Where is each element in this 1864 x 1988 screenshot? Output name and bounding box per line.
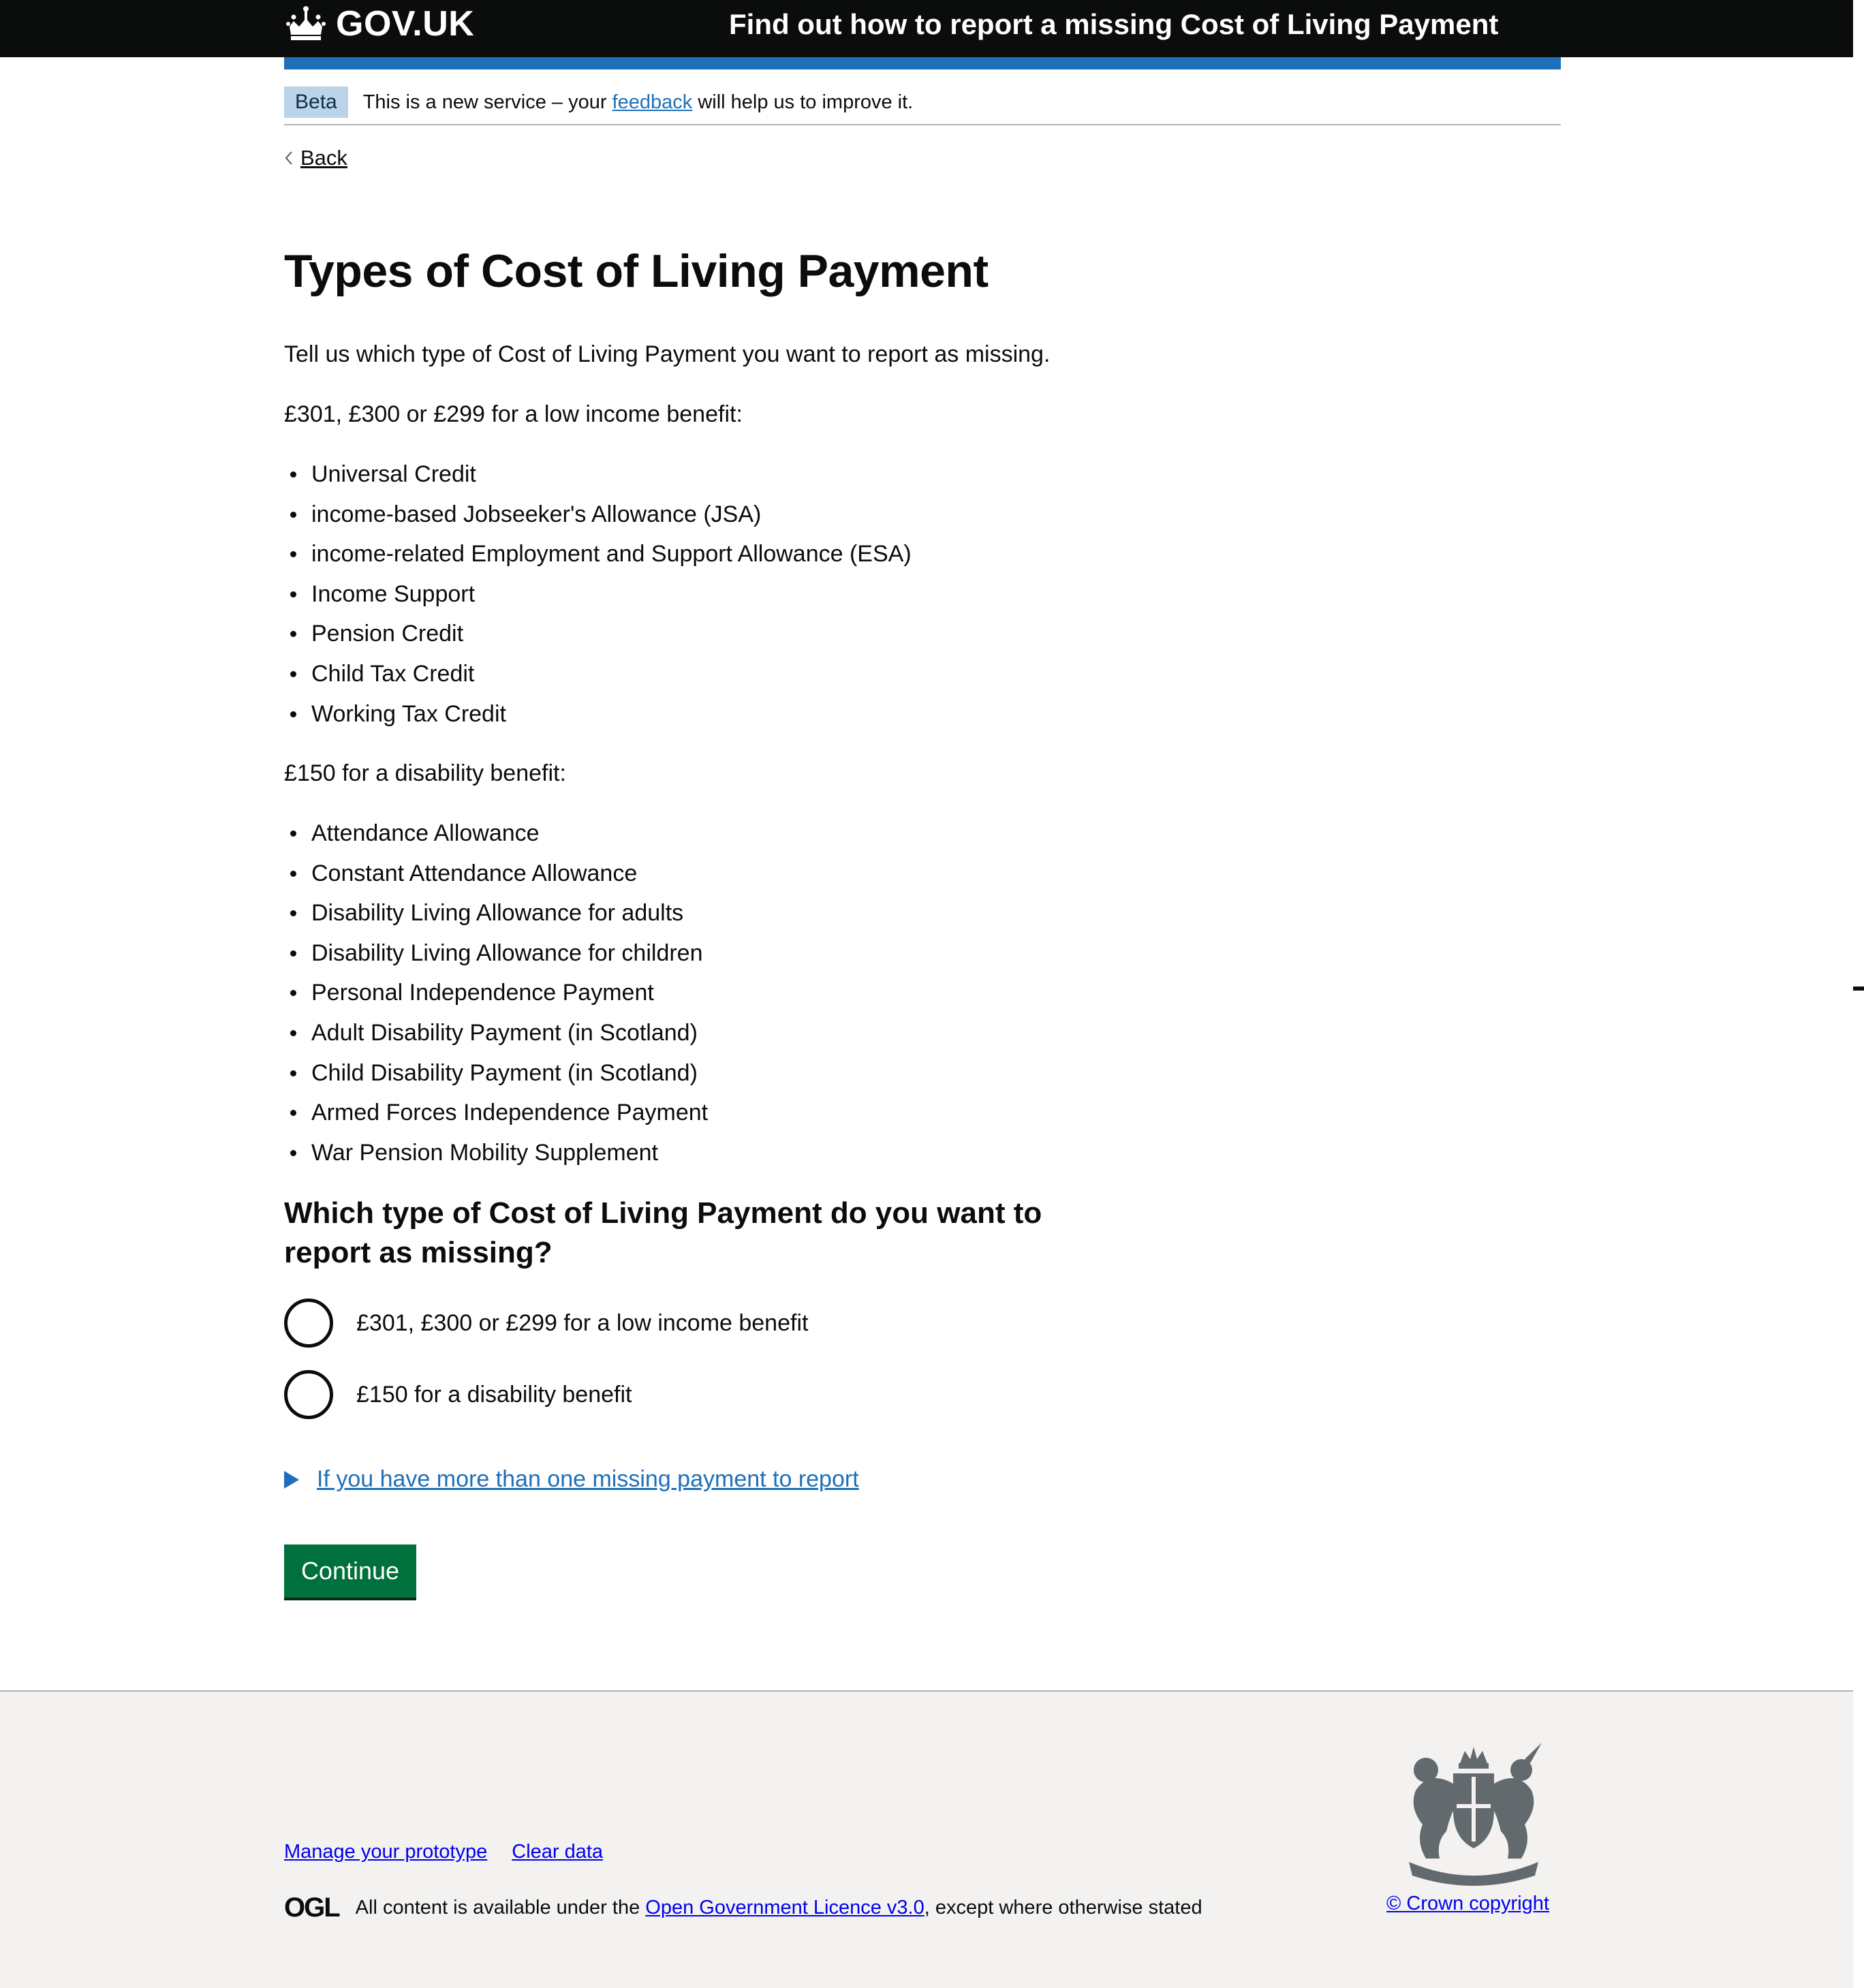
- radio-button-disability[interactable]: [284, 1370, 333, 1419]
- radio-question-legend: Which type of Cost of Living Payment do …: [284, 1196, 1042, 1269]
- low-income-benefit-list: Universal Credit income-based Jobseeker'…: [284, 454, 912, 734]
- site-header: GOV.UK Find out how to report a missing …: [0, 0, 1853, 57]
- clear-data-link[interactable]: Clear data: [512, 1841, 603, 1863]
- list-item: Personal Independence Payment: [284, 973, 708, 1013]
- chevron-left-icon: [285, 151, 292, 165]
- disability-benefit-list: Attendance Allowance Constant Attendance…: [284, 813, 708, 1172]
- list-item: Working Tax Credit: [284, 694, 912, 734]
- feedback-link[interactable]: feedback: [612, 91, 693, 113]
- list-item: Adult Disability Payment (in Scotland): [284, 1013, 708, 1053]
- service-name-link[interactable]: Find out how to report a missing Cost of…: [729, 4, 1498, 45]
- back-link[interactable]: Back: [300, 146, 347, 170]
- triangle-right-icon: [284, 1470, 299, 1489]
- radio-option-disability[interactable]: £150 for a disability benefit: [284, 1370, 632, 1419]
- royal-coat-of-arms-icon: [1409, 1743, 1542, 1886]
- manage-prototype-link[interactable]: Manage your prototype: [284, 1841, 487, 1863]
- radio-label-low-income[interactable]: £301, £300 or £299 for a low income bene…: [356, 1310, 808, 1337]
- list-item: Armed Forces Independence Payment: [284, 1093, 708, 1133]
- page-title: Types of Cost of Living Payment: [284, 245, 989, 297]
- licence-text-after: , except where otherwise stated: [924, 1897, 1202, 1919]
- radio-option-low-income[interactable]: £301, £300 or £299 for a low income bene…: [284, 1299, 808, 1348]
- phase-text-before: This is a new service – your: [362, 91, 612, 113]
- list-item: Pension Credit: [284, 614, 912, 654]
- header-accent-bar: [284, 57, 1561, 69]
- low-income-heading: £301, £300 or £299 for a low income bene…: [284, 401, 743, 427]
- main-content: Types of Cost of Living Payment: [284, 238, 1306, 304]
- phase-tag: Beta: [284, 87, 348, 118]
- footer-links: Manage your prototype Clear data: [284, 1841, 603, 1863]
- details-summary-link[interactable]: If you have more than one missing paymen…: [317, 1466, 859, 1493]
- govuk-logo-text: GOV.UK: [336, 4, 475, 44]
- list-item: Constant Attendance Allowance: [284, 854, 708, 894]
- phase-banner-text: This is a new service – your feedback wi…: [363, 91, 914, 114]
- list-item: Disability Living Allowance for children: [284, 933, 708, 974]
- radio-button-low-income[interactable]: [284, 1299, 333, 1348]
- list-item: Income Support: [284, 574, 912, 615]
- details-summary[interactable]: If you have more than one missing paymen…: [284, 1466, 859, 1493]
- crown-copyright-container: © Crown copyright: [1386, 1893, 1549, 1915]
- licence-text-before: All content is available under the: [355, 1897, 646, 1919]
- crown-copyright-link[interactable]: © Crown copyright: [1386, 1893, 1549, 1914]
- list-item: War Pension Mobility Supplement: [284, 1133, 708, 1173]
- list-item: Attendance Allowance: [284, 813, 708, 854]
- ogl-logo-icon: OGL: [284, 1893, 341, 1923]
- crown-icon: [286, 6, 326, 40]
- radio-label-disability[interactable]: £150 for a disability benefit: [356, 1382, 632, 1408]
- back-link-container: Back: [284, 144, 347, 172]
- licence-text: All content is available under the Open …: [356, 1897, 1202, 1919]
- list-item: Disability Living Allowance for adults: [284, 893, 708, 933]
- list-item: income-related Employment and Support Al…: [284, 534, 912, 574]
- footer-licence: OGL All content is available under the O…: [284, 1893, 1202, 1923]
- continue-button[interactable]: Continue: [284, 1544, 416, 1598]
- scrollbar-edge-mark: [1853, 987, 1864, 991]
- disability-heading: £150 for a disability benefit:: [284, 760, 566, 786]
- site-footer: [0, 1690, 1853, 1988]
- govuk-logo-link[interactable]: GOV.UK: [284, 0, 474, 48]
- intro-paragraph: Tell us which type of Cost of Living Pay…: [284, 341, 1051, 367]
- list-item: Universal Credit: [284, 454, 912, 495]
- list-item: Child Disability Payment (in Scotland): [284, 1053, 708, 1093]
- list-item: income-based Jobseeker's Allowance (JSA): [284, 495, 912, 535]
- phase-banner: Beta This is a new service – your feedba…: [284, 80, 1561, 125]
- list-item: Child Tax Credit: [284, 654, 912, 694]
- ogl-licence-link[interactable]: Open Government Licence v3.0: [645, 1897, 924, 1919]
- phase-text-after: will help us to improve it.: [692, 91, 914, 113]
